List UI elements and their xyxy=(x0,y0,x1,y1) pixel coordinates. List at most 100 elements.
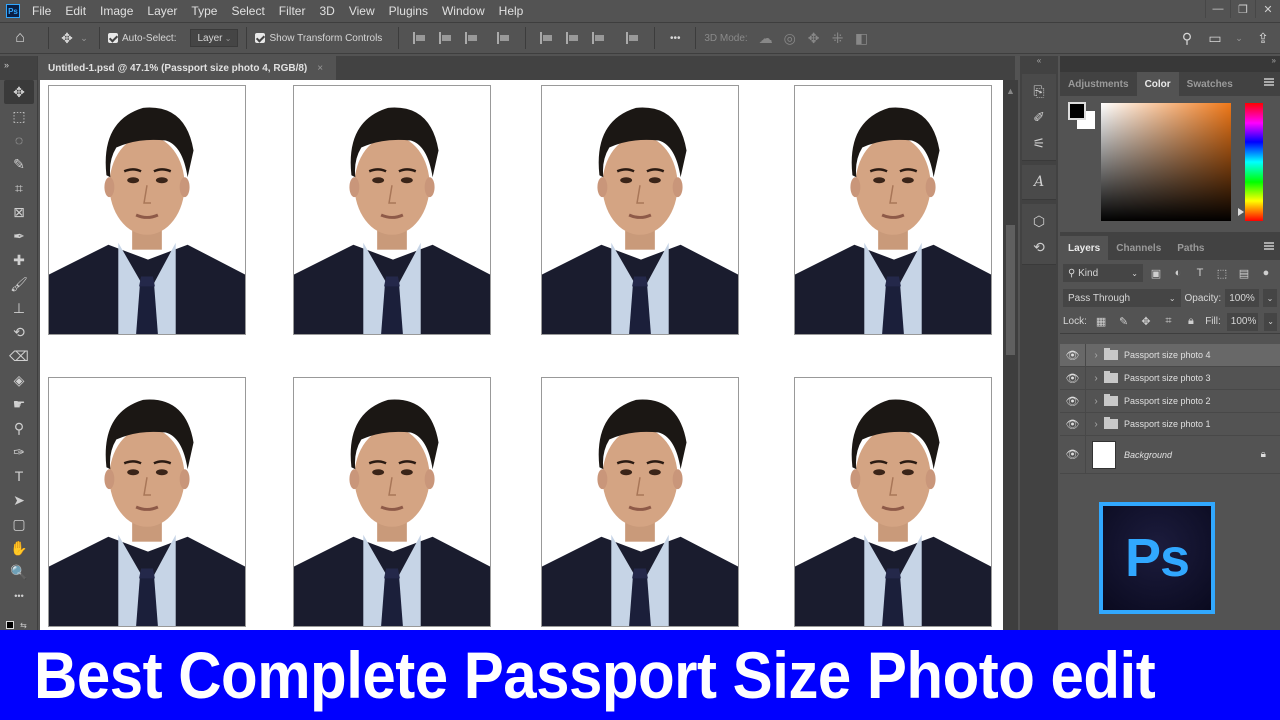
filter-smart-object-icon[interactable]: ▤ xyxy=(1235,267,1253,280)
opacity-input[interactable]: 100% xyxy=(1225,289,1260,307)
menu-select[interactable]: Select xyxy=(231,4,264,18)
expand-chevron-icon[interactable]: › xyxy=(1090,373,1102,384)
frame-tool[interactable]: ⊠ xyxy=(4,200,34,224)
hand-tool[interactable]: ✋ xyxy=(4,536,34,560)
move-tool[interactable]: ✥ xyxy=(4,80,34,104)
fill-input[interactable]: 100% xyxy=(1226,312,1259,331)
path-selection-tool[interactable]: ➤ xyxy=(4,488,34,512)
search-icon[interactable]: ⚲ xyxy=(1178,26,1196,50)
document-page[interactable] xyxy=(40,80,1003,632)
distribute-vertical-icon[interactable] xyxy=(626,32,640,44)
menu-file[interactable]: File xyxy=(32,4,51,18)
tab-layers[interactable]: Layers xyxy=(1060,236,1109,260)
align-left-edges-icon[interactable] xyxy=(413,32,427,44)
zoom-tool[interactable]: 🔍 xyxy=(4,560,34,584)
layer-group-row[interactable]: 👁︎ › Passport size photo 4 xyxy=(1060,344,1280,367)
expand-chevron-icon[interactable]: › xyxy=(1090,419,1102,430)
more-tools[interactable]: ••• xyxy=(4,584,34,608)
move-icon[interactable]: ✥ xyxy=(57,26,77,50)
expand-panels-icon[interactable]: » xyxy=(1060,56,1280,72)
align-bottom-edges-icon[interactable] xyxy=(592,32,606,44)
passport-photo[interactable] xyxy=(541,85,739,335)
auto-select-target-dropdown[interactable]: Layer ⌄ xyxy=(190,29,239,47)
scroll-up-icon[interactable]: ▲ xyxy=(1006,86,1015,96)
lock-artboard-icon[interactable]: ⌗ xyxy=(1160,315,1176,328)
swap-colors-icon[interactable]: ⇆ xyxy=(20,621,27,630)
hue-slider-handle[interactable] xyxy=(1238,208,1244,216)
menu-window[interactable]: Window xyxy=(442,4,485,18)
expand-chevron-icon[interactable]: › xyxy=(1090,396,1102,407)
passport-photo[interactable] xyxy=(48,85,246,335)
share-icon[interactable]: ⇪ xyxy=(1254,26,1272,50)
tab-swatches[interactable]: Swatches xyxy=(1179,72,1241,96)
vertical-scrollbar[interactable]: ▲ xyxy=(1003,80,1018,632)
foreground-mini-swatch[interactable] xyxy=(6,621,14,629)
3d-icon[interactable]: ⬡ xyxy=(1022,208,1056,234)
filter-type-icon[interactable]: T xyxy=(1191,267,1209,279)
menu-help[interactable]: Help xyxy=(499,4,524,18)
history-brush-tool[interactable]: ⟲ xyxy=(4,320,34,344)
layer-group-row[interactable]: 👁︎ › Passport size photo 2 xyxy=(1060,390,1280,413)
foreground-color-swatch[interactable] xyxy=(1068,102,1086,120)
filter-toggle-icon[interactable]: ● xyxy=(1257,267,1275,279)
minimize-button[interactable]: — xyxy=(1205,0,1230,18)
expand-chevron-icon[interactable]: › xyxy=(1090,350,1102,361)
character-icon[interactable]: A xyxy=(1022,169,1056,195)
eraser-tool[interactable]: ⌫ xyxy=(4,344,34,368)
restore-button[interactable]: ❐ xyxy=(1230,0,1255,18)
document-tab[interactable]: Untitled-1.psd @ 47.1% (Passport size ph… xyxy=(40,56,336,80)
workspace-icon[interactable]: ▭ xyxy=(1206,26,1224,50)
crop-tool[interactable]: ⌗ xyxy=(4,176,34,200)
filter-kind-dropdown[interactable]: ⚲ Kind ⌄ xyxy=(1063,264,1143,282)
menu-image[interactable]: Image xyxy=(100,4,133,18)
filter-pixel-icon[interactable]: ▣ xyxy=(1147,267,1165,280)
marquee-tool[interactable]: ⬚ xyxy=(4,104,34,128)
quick-selection-tool[interactable]: ✎ xyxy=(4,152,34,176)
visibility-eye-icon[interactable]: 👁︎ xyxy=(1060,367,1086,389)
layer-group-row[interactable]: 👁︎ › Passport size photo 1 xyxy=(1060,413,1280,436)
menu-filter[interactable]: Filter xyxy=(279,4,306,18)
menu-type[interactable]: Type xyxy=(191,4,217,18)
menu-plugins[interactable]: Plugins xyxy=(389,4,428,18)
passport-photo[interactable] xyxy=(794,377,992,627)
dodge-tool[interactable]: ⚲ xyxy=(4,416,34,440)
brush-settings-icon[interactable]: ✐ xyxy=(1022,104,1056,130)
rectangle-tool[interactable]: ▢ xyxy=(4,512,34,536)
panel-menu-icon[interactable] xyxy=(1264,78,1274,86)
visibility-eye-icon[interactable]: 👁︎ xyxy=(1060,390,1086,412)
visibility-eye-icon[interactable]: 👁︎ xyxy=(1060,436,1086,473)
type-tool[interactable]: T xyxy=(4,464,34,488)
close-button[interactable]: ✕ xyxy=(1255,0,1280,18)
lock-transparent-icon[interactable]: ▦ xyxy=(1093,315,1109,328)
tab-adjustments[interactable]: Adjustments xyxy=(1060,72,1137,96)
smudge-tool[interactable]: ☛ xyxy=(4,392,34,416)
menu-layer[interactable]: Layer xyxy=(147,4,177,18)
tab-paths[interactable]: Paths xyxy=(1169,236,1212,260)
passport-photo[interactable] xyxy=(541,377,739,627)
passport-photo[interactable] xyxy=(293,85,491,335)
hue-slider[interactable] xyxy=(1245,103,1263,221)
tool-preset-chevron-icon[interactable]: ⌄ xyxy=(77,26,91,50)
history-states-icon[interactable]: ⎘ xyxy=(1022,78,1056,104)
lock-all-icon[interactable]: 🔒︎ xyxy=(1183,315,1199,328)
history-icon[interactable]: ⟲ xyxy=(1022,234,1056,260)
layer-group-row[interactable]: 👁︎ › Passport size photo 3 xyxy=(1060,367,1280,390)
visibility-eye-icon[interactable]: 👁︎ xyxy=(1060,413,1086,435)
auto-select-checkbox[interactable]: Auto-Select: xyxy=(108,33,176,44)
3d-slide-icon[interactable]: ⁜ xyxy=(826,26,850,50)
3d-pan-icon[interactable]: ✥ xyxy=(802,26,826,50)
tab-channels[interactable]: Channels xyxy=(1108,236,1169,260)
healing-brush-tool[interactable]: ✚ xyxy=(4,248,34,272)
brush-presets-icon[interactable]: ⚟ xyxy=(1022,130,1056,156)
3d-roll-icon[interactable]: ◎ xyxy=(778,26,802,50)
filter-adjustment-icon[interactable]: ◐ xyxy=(1169,267,1187,279)
menu-view[interactable]: View xyxy=(349,4,375,18)
paint-bucket-tool[interactable]: ◈ xyxy=(4,368,34,392)
align-top-edges-icon[interactable] xyxy=(540,32,554,44)
distribute-icon[interactable] xyxy=(497,32,511,44)
visibility-eye-icon[interactable]: 👁︎ xyxy=(1060,344,1086,366)
lock-position-icon[interactable]: ✥ xyxy=(1138,315,1154,328)
menu-3d[interactable]: 3D xyxy=(319,4,334,18)
panel-menu-icon[interactable] xyxy=(1264,242,1274,250)
clone-stamp-tool[interactable]: ⊥ xyxy=(4,296,34,320)
